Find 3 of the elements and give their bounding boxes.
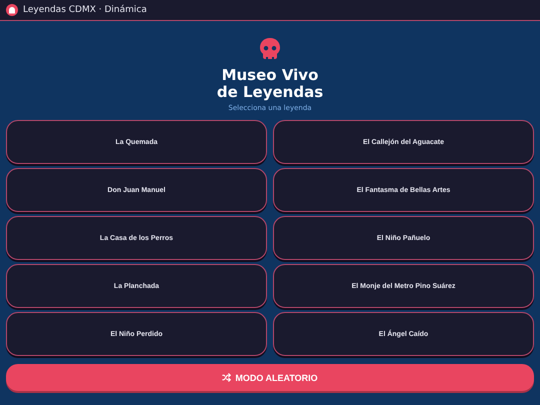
random-mode-button[interactable]: MODO ALEATORIO: [6, 364, 534, 391]
window-title: Leyendas CDMX · Dinámica: [23, 5, 147, 15]
page-title: Museo Vivo de Leyendas: [216, 67, 324, 101]
